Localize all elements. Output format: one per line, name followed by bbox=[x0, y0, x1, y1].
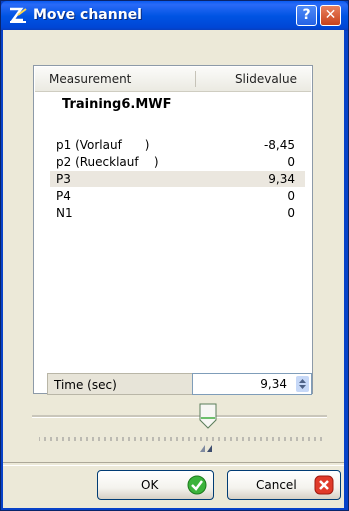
list-item[interactable]: p2 (Ruecklauf ) 0 bbox=[50, 154, 305, 170]
channel-value: -8,45 bbox=[263, 138, 295, 152]
column-separator[interactable] bbox=[195, 71, 196, 87]
checkmark-icon bbox=[187, 475, 207, 495]
channel-name: P4 bbox=[56, 189, 71, 203]
time-input[interactable]: 9,34 bbox=[192, 373, 312, 395]
column-header-slidevalue[interactable]: Slidevalue bbox=[235, 72, 297, 86]
help-icon: ? bbox=[302, 7, 311, 23]
spinner-arrows-icon[interactable] bbox=[296, 376, 309, 392]
cancel-x-icon bbox=[314, 475, 334, 495]
file-name: Training6.MWF bbox=[62, 97, 172, 112]
channel-value: 9,34 bbox=[268, 172, 295, 186]
list-item[interactable]: P4 0 bbox=[50, 188, 305, 204]
cancel-label: Cancel bbox=[256, 478, 297, 492]
help-button[interactable]: ? bbox=[296, 5, 317, 26]
channel-value: 0 bbox=[287, 206, 295, 220]
app-logo-icon bbox=[10, 7, 27, 23]
time-value: 9,34 bbox=[260, 377, 287, 391]
slider-ticks bbox=[39, 437, 322, 441]
channel-value: 0 bbox=[287, 189, 295, 203]
list-item-selected[interactable]: P3 9,34 bbox=[50, 171, 305, 187]
channel-name: P3 bbox=[56, 172, 71, 186]
button-divider bbox=[3, 462, 344, 466]
ok-label: OK bbox=[141, 478, 159, 492]
close-button[interactable]: ✕ bbox=[320, 5, 341, 26]
close-icon: ✕ bbox=[324, 7, 337, 23]
measurement-list[interactable]: Measurement Slidevalue bbox=[33, 65, 313, 394]
channel-name: p1 (Vorlauf ) bbox=[56, 138, 150, 152]
slider-thumb-icon[interactable] bbox=[199, 403, 217, 429]
channel-name: N1 bbox=[56, 206, 73, 220]
window-title: Move channel bbox=[33, 7, 142, 23]
cancel-button[interactable]: Cancel bbox=[227, 470, 341, 500]
list-item[interactable]: p1 (Vorlauf ) -8,45 bbox=[50, 137, 305, 153]
title-bar[interactable]: Move channel ? ✕ bbox=[1, 1, 348, 31]
slider-track[interactable] bbox=[32, 415, 327, 418]
time-label: Time (sec) bbox=[47, 373, 207, 395]
position-marker-icon bbox=[200, 445, 212, 452]
channel-value: 0 bbox=[287, 155, 295, 169]
column-header-measurement[interactable]: Measurement bbox=[49, 72, 131, 86]
list-header: Measurement Slidevalue bbox=[35, 67, 311, 92]
channel-name: p2 (Ruecklauf ) bbox=[56, 155, 159, 169]
time-row: Time (sec) 9,34 bbox=[47, 373, 327, 395]
list-item[interactable]: N1 0 bbox=[50, 205, 305, 221]
ok-button[interactable]: OK bbox=[97, 470, 214, 500]
